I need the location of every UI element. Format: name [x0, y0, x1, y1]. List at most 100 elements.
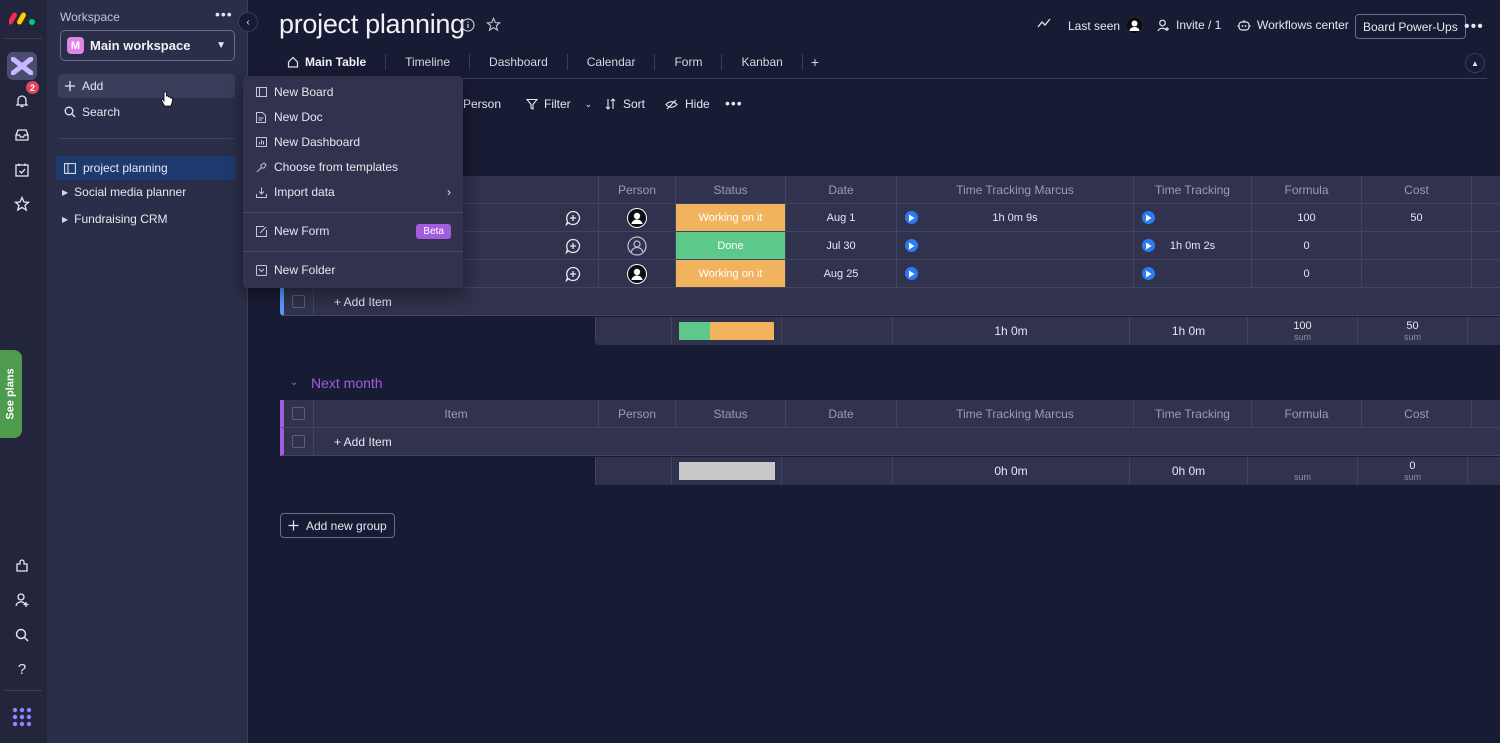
- column-header-status[interactable]: Status: [676, 400, 786, 427]
- play-timer-icon[interactable]: [1142, 239, 1155, 252]
- menu-item-new-folder[interactable]: New Folder: [243, 258, 463, 282]
- workspace-selector[interactable]: M Main workspace ▼: [60, 30, 235, 61]
- time-tracking-marcus-cell[interactable]: [897, 232, 1134, 259]
- star-icon[interactable]: [485, 17, 502, 35]
- status-label[interactable]: Done: [676, 232, 785, 259]
- more-options-icon[interactable]: •••: [725, 95, 743, 111]
- menu-item-new-board[interactable]: New Board: [243, 80, 463, 104]
- status-label[interactable]: Working on it: [676, 204, 785, 231]
- tab-form[interactable]: Form: [654, 54, 721, 70]
- column-header-date[interactable]: Date: [786, 176, 897, 203]
- status-cell[interactable]: Working on it: [676, 204, 786, 231]
- column-header-person[interactable]: Person: [599, 400, 676, 427]
- play-timer-icon[interactable]: [905, 239, 918, 252]
- help-icon[interactable]: ?: [11, 658, 33, 680]
- apps-puzzle-icon[interactable]: [11, 555, 33, 577]
- cost-cell[interactable]: [1362, 260, 1472, 287]
- activity-icon[interactable]: [1037, 18, 1051, 28]
- add-update-icon[interactable]: [547, 260, 599, 287]
- filter-button[interactable]: Filter ⌄: [526, 97, 592, 111]
- column-header-time-tracking[interactable]: Time Tracking: [1134, 176, 1252, 203]
- collapse-panel-button[interactable]: ‹: [238, 12, 258, 32]
- play-timer-icon[interactable]: [905, 211, 918, 224]
- column-header-time-tracking[interactable]: Time Tracking: [1134, 400, 1252, 427]
- cost-cell[interactable]: [1362, 232, 1472, 259]
- my-work-calendar-icon[interactable]: [11, 159, 33, 181]
- play-timer-icon[interactable]: [905, 267, 918, 280]
- add-item-input[interactable]: + Add Item: [314, 288, 1500, 315]
- table-row[interactable]: Working on it Aug 1 1h 0m 9s 100 50: [280, 204, 1500, 232]
- add-button[interactable]: Add: [58, 74, 235, 98]
- date-cell[interactable]: Aug 1: [786, 204, 897, 231]
- see-plans-button[interactable]: See plans: [0, 350, 22, 438]
- menu-item-choose-from-templates[interactable]: Choose from templates: [243, 155, 463, 179]
- tab-kanban[interactable]: Kanban: [721, 54, 801, 70]
- star-favorites-icon[interactable]: [11, 193, 33, 215]
- group-title-next-month[interactable]: Next month: [311, 375, 383, 391]
- work-management-icon[interactable]: [7, 52, 37, 80]
- time-tracking-marcus-cell[interactable]: [897, 260, 1134, 287]
- add-update-icon[interactable]: [547, 204, 599, 231]
- tab-calendar[interactable]: Calendar: [566, 54, 655, 70]
- info-icon[interactable]: [461, 18, 475, 35]
- menu-item-new-doc[interactable]: New Doc: [243, 105, 463, 129]
- workflows-center-button[interactable]: Workflows center: [1237, 18, 1349, 32]
- person-avatar-icon[interactable]: [599, 204, 676, 231]
- column-header-cost[interactable]: Cost: [1362, 400, 1472, 427]
- date-cell[interactable]: Aug 25: [786, 260, 897, 287]
- table-row[interactable]: Working on it Aug 25 0: [280, 260, 1500, 288]
- status-label[interactable]: Working on it: [676, 260, 785, 287]
- add-view-button[interactable]: +: [801, 54, 819, 70]
- collapse-header-button[interactable]: ▲: [1465, 53, 1485, 73]
- board-item-project-planning[interactable]: project planning: [56, 156, 236, 180]
- tab-main-table[interactable]: Main Table: [287, 54, 385, 70]
- formula-cell[interactable]: 0: [1252, 232, 1362, 259]
- inbox-icon[interactable]: [11, 124, 33, 146]
- column-header-time-tracking-marcus[interactable]: Time Tracking Marcus: [897, 176, 1134, 203]
- menu-item-import-data[interactable]: Import data ›: [243, 180, 463, 204]
- time-tracking-marcus-cell[interactable]: 1h 0m 9s: [897, 204, 1134, 231]
- menu-item-new-form[interactable]: New Form Beta: [243, 219, 463, 243]
- select-all-checkbox[interactable]: [292, 407, 305, 420]
- time-tracking-cell[interactable]: 1h 0m 2s: [1134, 232, 1252, 259]
- add-update-icon[interactable]: [547, 232, 599, 259]
- column-header-formula[interactable]: Formula: [1252, 400, 1362, 427]
- expand-triangle-icon[interactable]: ▶: [62, 215, 68, 224]
- status-cell[interactable]: Working on it: [676, 260, 786, 287]
- date-cell[interactable]: Jul 30: [786, 232, 897, 259]
- invite-user-icon[interactable]: [11, 589, 33, 611]
- status-cell[interactable]: Done: [676, 232, 786, 259]
- time-tracking-cell[interactable]: [1134, 260, 1252, 287]
- play-timer-icon[interactable]: [1142, 267, 1155, 280]
- column-header-person[interactable]: Person: [599, 176, 676, 203]
- time-tracking-cell[interactable]: [1134, 204, 1252, 231]
- status-summary[interactable]: [672, 457, 782, 485]
- board-power-ups-button[interactable]: Board Power-Ups: [1355, 14, 1466, 39]
- table-row[interactable]: Done Jul 30 1h 0m 2s 0: [280, 232, 1500, 260]
- monday-logo-icon[interactable]: [9, 8, 37, 26]
- invite-button[interactable]: Invite / 1: [1157, 18, 1221, 32]
- workspace-search[interactable]: Search: [58, 100, 235, 124]
- product-switcher-grid-icon[interactable]: [11, 706, 33, 728]
- tab-dashboard[interactable]: Dashboard: [469, 54, 567, 70]
- board-title[interactable]: project planning: [279, 9, 465, 40]
- chevron-down-icon[interactable]: ⌄: [585, 99, 593, 110]
- hide-button[interactable]: Hide: [665, 97, 710, 111]
- sort-button[interactable]: Sort: [605, 97, 645, 111]
- status-summary[interactable]: [672, 317, 782, 345]
- person-empty-icon[interactable]: [599, 232, 676, 259]
- add-item-input[interactable]: + Add Item: [314, 428, 1500, 455]
- row-checkbox[interactable]: [292, 435, 305, 448]
- column-header-item[interactable]: Item: [314, 400, 599, 427]
- last-seen-button[interactable]: Last seen: [1068, 17, 1144, 34]
- row-checkbox[interactable]: [292, 295, 305, 308]
- column-header-formula[interactable]: Formula: [1252, 176, 1362, 203]
- tab-timeline[interactable]: Timeline: [385, 54, 469, 70]
- board-menu-icon[interactable]: •••: [1464, 18, 1484, 36]
- person-avatar-icon[interactable]: [599, 260, 676, 287]
- person-filter-button[interactable]: Person: [463, 97, 501, 111]
- workspace-options-icon[interactable]: •••: [215, 6, 233, 22]
- expand-triangle-icon[interactable]: ▶: [62, 188, 68, 197]
- search-icon[interactable]: [11, 624, 33, 646]
- board-item-social-media-planner[interactable]: ▶ Social media planner: [56, 180, 236, 204]
